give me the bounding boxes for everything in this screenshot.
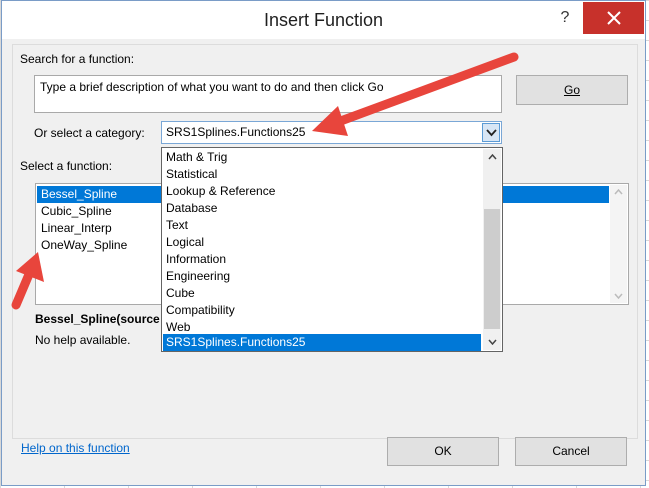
function-signature: Bessel_Spline(source <box>35 312 160 326</box>
dropdown-option[interactable]: Lookup & Reference <box>163 183 481 200</box>
scroll-up-icon[interactable] <box>614 189 623 195</box>
dropdown-option[interactable]: Compatibility <box>163 302 481 319</box>
dropdown-option[interactable]: Logical <box>163 234 481 251</box>
scroll-up-icon[interactable] <box>488 154 497 160</box>
dropdown-option[interactable]: Statistical <box>163 166 481 183</box>
select-function-label: Select a function: <box>20 159 113 173</box>
chevron-down-icon <box>486 129 497 137</box>
search-input[interactable]: Type a brief description of what you wan… <box>34 75 502 113</box>
category-dropdown-button[interactable] <box>482 123 500 142</box>
function-help-text: No help available. <box>35 333 131 347</box>
cancel-button[interactable]: Cancel <box>515 437 627 466</box>
list-item[interactable]: Cubic_Spline <box>37 203 112 220</box>
dropdown-option[interactable]: Cube <box>163 285 481 302</box>
scroll-down-icon[interactable] <box>614 293 623 299</box>
title-bar: Insert Function ? <box>2 1 645 39</box>
dropdown-option[interactable]: Information <box>163 251 481 268</box>
category-select[interactable]: SRS1Splines.Functions25 <box>161 121 502 144</box>
dropdown-option[interactable]: Database <box>163 200 481 217</box>
search-label: Search for a function: <box>20 52 135 66</box>
insert-function-dialog: Insert Function ? Search for a function:… <box>1 0 646 486</box>
dropdown-option[interactable]: Math & Trig <box>163 149 481 166</box>
category-dropdown-list[interactable]: Math & Trig Statistical Lookup & Referen… <box>161 147 503 352</box>
help-button[interactable]: ? <box>553 5 577 31</box>
scrollbar-thumb[interactable] <box>484 209 500 329</box>
dialog-title: Insert Function <box>263 10 384 30</box>
go-button[interactable]: Go <box>516 75 628 105</box>
ok-button[interactable]: OK <box>387 437 499 466</box>
go-button-label: Go <box>563 83 580 97</box>
close-icon <box>607 11 621 25</box>
list-item[interactable]: Linear_Interp <box>37 220 112 237</box>
category-label: Or select a category: <box>34 126 145 140</box>
help-on-function-link[interactable]: Help on this function <box>21 441 130 455</box>
dropdown-option[interactable]: Text <box>163 217 481 234</box>
close-button[interactable] <box>583 2 644 34</box>
dropdown-scrollbar[interactable] <box>483 149 501 350</box>
function-list-scrollbar[interactable] <box>610 185 627 303</box>
scroll-down-icon[interactable] <box>488 339 497 345</box>
list-item[interactable]: OneWay_Spline <box>37 237 127 254</box>
category-selected-value: SRS1Splines.Functions25 <box>166 125 306 139</box>
dropdown-option[interactable]: Engineering <box>163 268 481 285</box>
dropdown-option-selected[interactable]: SRS1Splines.Functions25 <box>163 334 481 351</box>
